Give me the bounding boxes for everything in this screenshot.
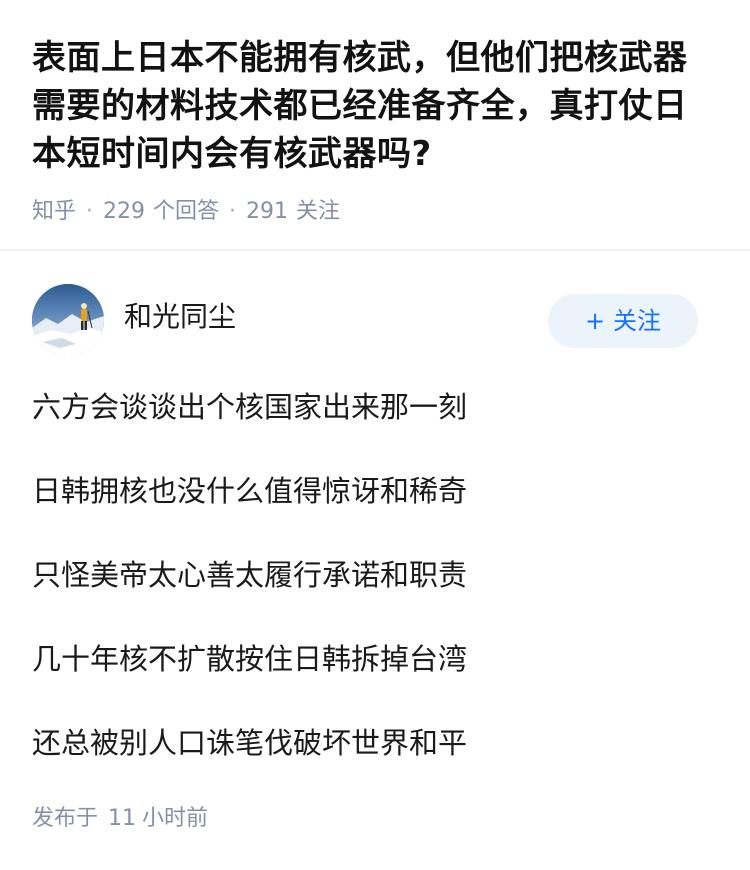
author-name[interactable]: 和光同尘 xyxy=(124,299,236,335)
author-avatar[interactable] xyxy=(32,284,104,356)
answer-line: 还总被别人口诛笔伐破坏世界和平 xyxy=(32,726,468,760)
question-meta: 知乎 · 229 个回答 · 291 关注 xyxy=(32,196,340,228)
publish-value: 11 xyxy=(108,806,137,831)
follow-button[interactable]: + 关注 xyxy=(548,294,698,348)
source-label[interactable]: 知乎 xyxy=(32,199,76,224)
question-title[interactable]: 表面上日本不能拥有核武，但他们把核武器需要的材料技术都已经准备齐全，真打仗日本短… xyxy=(32,34,718,178)
answer-body[interactable]: 六方会谈谈出个核国家出来那一刻 日韩拥核也没什么值得惊讶和稀奇 只怪美帝太心善太… xyxy=(32,383,718,803)
follow-button-label: 关注 xyxy=(613,307,662,335)
answer-line: 几十年核不扩散按住日韩拆掉台湾 xyxy=(32,642,468,676)
follower-count: 291 xyxy=(246,199,289,224)
plus-icon: + xyxy=(584,307,606,335)
answer-line: 日韩拥核也没什么值得惊讶和稀奇 xyxy=(32,474,468,508)
answer-count: 229 xyxy=(103,199,146,224)
answer-line: 只怪美帝太心善太履行承诺和职责 xyxy=(32,558,468,592)
page: 表面上日本不能拥有核武，但他们把核武器需要的材料技术都已经准备齐全，真打仗日本短… xyxy=(0,0,750,870)
separator-dot: · xyxy=(86,199,94,224)
publish-prefix: 发布于 xyxy=(32,806,99,831)
publish-unit: 小时前 xyxy=(142,806,209,831)
answer-line: 六方会谈谈出个核国家出来那一刻 xyxy=(32,390,468,424)
question-header: 表面上日本不能拥有核武，但他们把核武器需要的材料技术都已经准备齐全，真打仗日本短… xyxy=(0,0,750,250)
answer-count-label: 个回答 xyxy=(153,199,220,224)
answer-card: 和光同尘 + 关注 六方会谈谈出个核国家出来那一刻 日韩拥核也没什么值得惊讶和稀奇… xyxy=(0,251,750,870)
mountaineer-avatar-icon xyxy=(32,284,104,356)
publish-time: 发布于 11 小时前 xyxy=(32,803,208,835)
follower-count-label: 关注 xyxy=(296,199,341,224)
separator-dot: · xyxy=(229,199,237,224)
